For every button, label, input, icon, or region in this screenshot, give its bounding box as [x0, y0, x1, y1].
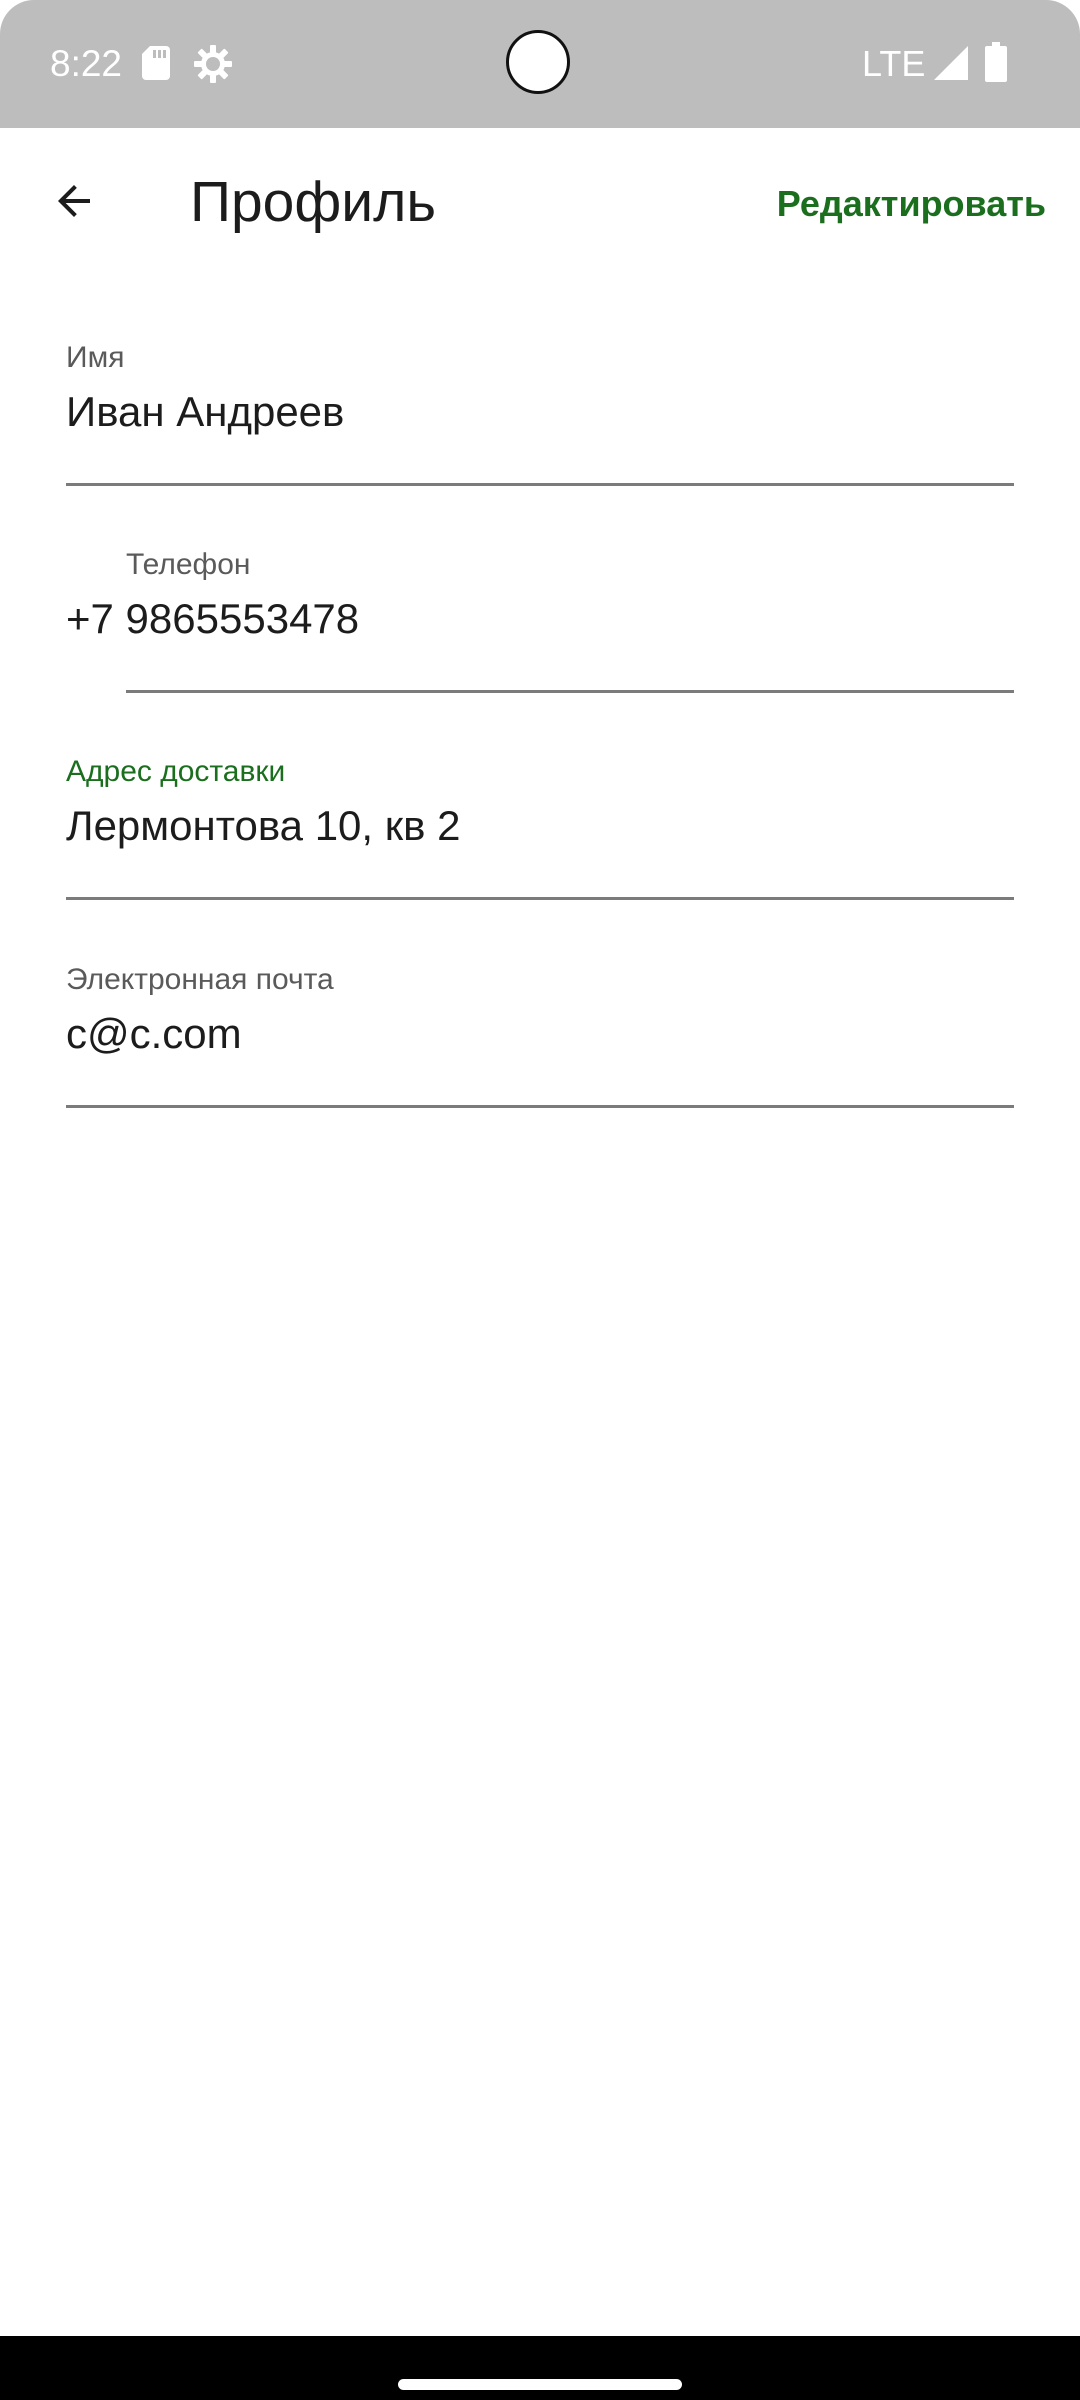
- address-field[interactable]: Адрес доставки Лермонтова 10, кв 2: [66, 752, 1014, 900]
- status-time: 8:22: [50, 43, 123, 84]
- email-field[interactable]: Электронная почта c@c.com: [66, 960, 1014, 1108]
- email-underline: [66, 1105, 1014, 1108]
- name-field[interactable]: Имя Иван Андреев: [66, 338, 1014, 486]
- signal-icon: [934, 46, 968, 80]
- name-underline: [66, 483, 1014, 486]
- sd-card-icon: [142, 46, 170, 80]
- address-underline: [66, 897, 1014, 900]
- phone-field[interactable]: Телефон +7 9865553478: [66, 545, 1014, 693]
- edit-button[interactable]: Редактировать: [777, 180, 1046, 228]
- app-bar: Профиль Редактировать: [0, 128, 1080, 274]
- address-label: Адрес доставки: [66, 755, 286, 788]
- gear-icon: [194, 45, 232, 83]
- phone-label: Телефон: [126, 548, 251, 581]
- phone-value: +7 9865553478: [66, 595, 360, 642]
- arrow-back-icon: [58, 185, 90, 217]
- status-bar: 8:22 LTE: [0, 0, 1080, 128]
- email-label: Электронная почта: [66, 963, 334, 996]
- phone-underline: [126, 690, 1014, 693]
- page-title: Профиль: [190, 170, 437, 234]
- battery-icon: [985, 42, 1007, 82]
- address-value: Лермонтова 10, кв 2: [66, 802, 461, 849]
- home-handle[interactable]: [398, 2379, 682, 2390]
- name-value: Иван Андреев: [66, 388, 345, 435]
- network-label: LTE: [862, 43, 926, 84]
- camera-cutout: [506, 30, 570, 94]
- back-button[interactable]: [34, 161, 114, 241]
- name-label: Имя: [66, 341, 125, 374]
- navigation-bar: [0, 2336, 1080, 2400]
- email-value: c@c.com: [66, 1010, 242, 1057]
